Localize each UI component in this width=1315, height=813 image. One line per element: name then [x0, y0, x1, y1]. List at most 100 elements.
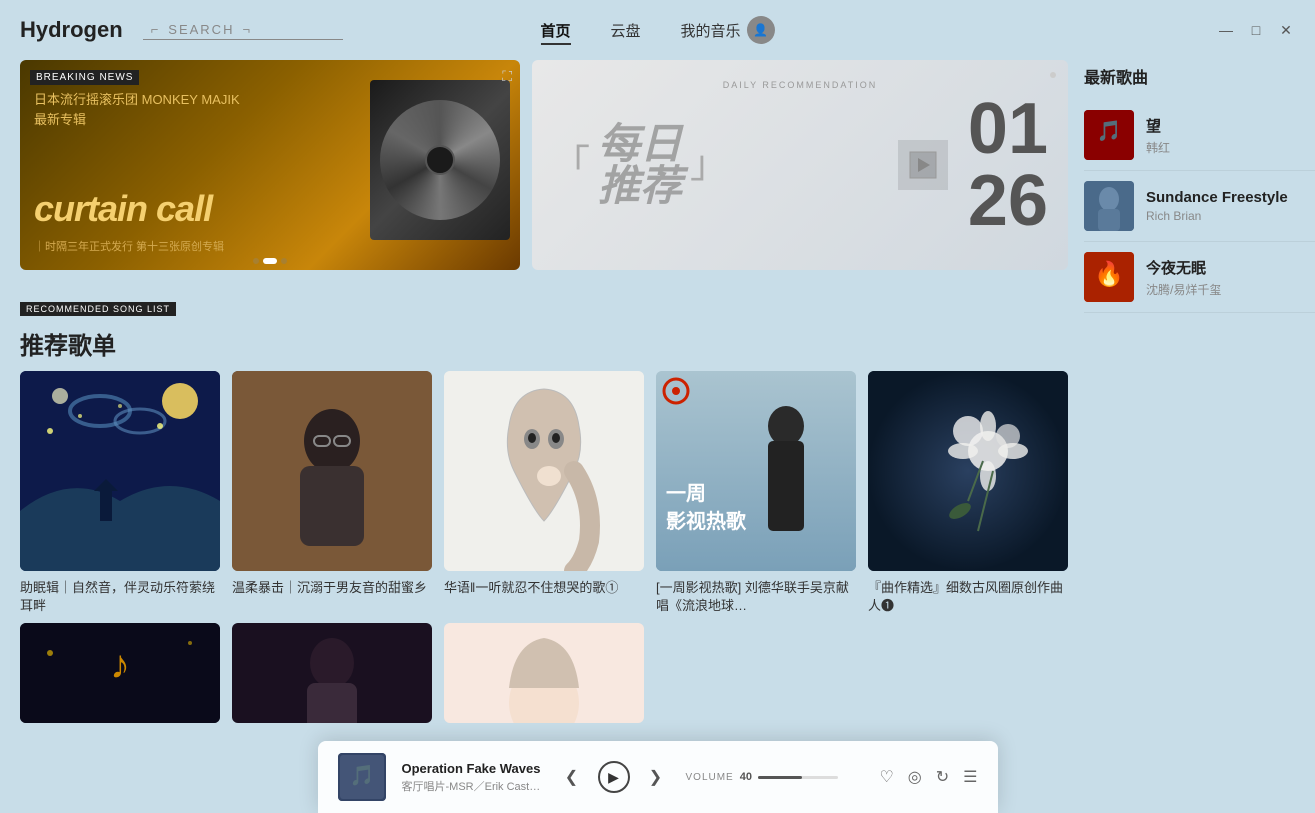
- movie-overlay-text: 一周 影视热歌: [666, 480, 746, 536]
- nav-mymusic-label: 我的音乐: [681, 20, 741, 41]
- bracket-open: 「: [552, 146, 590, 184]
- close-button[interactable]: ✕: [1277, 21, 1295, 39]
- window-controls: — □ ✕: [1217, 21, 1295, 39]
- daily-dot: [1050, 72, 1056, 78]
- next-button[interactable]: ❯: [642, 763, 670, 791]
- prev-button[interactable]: ❮: [558, 763, 586, 791]
- song-info-2: Sundance Freestyle Rich Brian: [1146, 189, 1315, 223]
- search-bracket-right: ¬: [242, 22, 252, 37]
- sidebar-title: 最新歌曲: [1084, 64, 1315, 88]
- song-info-3: 今夜无眠 沈腾/易烊千玺: [1146, 257, 1315, 298]
- album-disc: [380, 100, 500, 220]
- header: Hydrogen ⌐ SEARCH ¬ 首页 云盘 我的音乐 👤 — □ ✕: [0, 0, 1315, 60]
- nav-cloud[interactable]: 云盘: [610, 20, 640, 41]
- user-avatar[interactable]: 👤: [747, 16, 775, 44]
- song-artist-2: Rich Brian: [1146, 209, 1315, 223]
- song-item-3[interactable]: 🔥 今夜无眠 沈腾/易烊千玺 ▷: [1084, 242, 1315, 313]
- daily-text-1: 每日: [598, 123, 682, 165]
- content-area: BREAKING NEWS 日本流行摇滚乐团 MONKEY MAJIK 最新专辑…: [20, 60, 1068, 813]
- search-area[interactable]: ⌐ SEARCH ¬: [143, 20, 343, 40]
- song-item-1[interactable]: 🎵 望 韩红 ▷: [1084, 100, 1315, 171]
- banner-sub: ｜时隔三年正式发行 第十三张原创专辑: [34, 238, 224, 254]
- banner-dot: [253, 258, 259, 264]
- daily-cn-text: 每日 推荐: [598, 123, 682, 207]
- volume-label: VOLUME: [686, 772, 734, 783]
- thumb-item-3[interactable]: [444, 623, 644, 723]
- player-bar: 🎵 Operation Fake Waves 客厅唱片-MSR／Erik Cas…: [318, 741, 998, 813]
- song-info-1: 望 韩红: [1146, 115, 1315, 156]
- song-title-2: Sundance Freestyle: [1146, 189, 1315, 206]
- svg-text:♪: ♪: [110, 643, 130, 687]
- daily-recommendation[interactable]: DAILY RECOMMENDATION 「 每日 推荐 」: [532, 60, 1068, 270]
- banner-album-art: [370, 80, 510, 240]
- playlist-cover-2: [232, 371, 432, 571]
- playlist-name-1: 助眠辑｜自然音，伴灵动乐符萦绕耳畔: [20, 579, 220, 615]
- song-cover-2: [1084, 181, 1134, 231]
- playlist-name-3: 华语‖一听就忍不住想哭的歌①: [444, 579, 644, 597]
- breaking-news-badge: BREAKING NEWS: [30, 70, 139, 85]
- playlist-item-1[interactable]: 助眠辑｜自然音，伴灵动乐符萦绕耳畔: [20, 371, 220, 615]
- banner-dot: [281, 258, 287, 264]
- song-item-2[interactable]: Sundance Freestyle Rich Brian ▷: [1084, 171, 1315, 242]
- banner-title: curtain call: [34, 188, 212, 230]
- daily-label: DAILY RECOMMENDATION: [723, 80, 878, 90]
- banner-line1: 日本流行摇滚乐团 MONKEY MAJIK: [34, 90, 240, 110]
- banner-subtitle-text: 日本流行摇滚乐团 MONKEY MAJIK 最新专辑: [34, 90, 240, 129]
- daily-text-2: 推荐: [598, 165, 682, 207]
- repeat-button[interactable]: ↻: [936, 767, 949, 787]
- song-cover-3: 🔥: [1084, 252, 1134, 302]
- thumb-item-1[interactable]: ♪: [20, 623, 220, 723]
- playlist-cover-5: [868, 371, 1068, 571]
- search-label[interactable]: SEARCH: [168, 22, 234, 37]
- main-banner[interactable]: BREAKING NEWS 日本流行摇滚乐团 MONKEY MAJIK 最新专辑…: [20, 60, 520, 270]
- album-disc-center: [425, 145, 455, 175]
- svg-text:🔥: 🔥: [1094, 260, 1124, 288]
- favorite-button[interactable]: ♡: [879, 767, 893, 787]
- queue-button[interactable]: ☰: [963, 767, 977, 787]
- playlist-cover-4: 一周 影视热歌: [656, 371, 856, 571]
- player-cover: 🎵: [338, 753, 386, 801]
- recommended-section: RECOMMENDED SONG LIST 推荐歌单: [20, 302, 1068, 813]
- song-cover-1: 🎵: [1084, 110, 1134, 160]
- playlist-item-5[interactable]: 『曲作精选』细数古风圈原创作曲人❶: [868, 371, 1068, 615]
- banner-line2: 最新专辑: [34, 110, 240, 130]
- playlist-name-2: 温柔暴击｜沉溺于男友音的甜蜜乡: [232, 579, 432, 597]
- main-nav: 首页 云盘 我的音乐 👤: [540, 16, 774, 44]
- nav-home[interactable]: 首页: [540, 20, 570, 41]
- minimize-button[interactable]: —: [1217, 21, 1235, 39]
- song-title-1: 望: [1146, 115, 1315, 136]
- banner-dot-active: [263, 258, 277, 264]
- bracket-close: 」: [690, 146, 728, 184]
- banner-dots: [253, 258, 287, 264]
- nav-mymusic[interactable]: 我的音乐 👤: [681, 16, 775, 44]
- sidebar: 最新歌曲 🎵 望 韩红 ▷: [1084, 60, 1315, 813]
- playlist-name-5: 『曲作精选』细数古风圈原创作曲人❶: [868, 579, 1068, 615]
- section-header: RECOMMENDED SONG LIST: [20, 302, 1068, 316]
- daily-day: 01: [968, 93, 1048, 165]
- maximize-button[interactable]: □: [1247, 21, 1265, 39]
- player-controls: ❮ ▶ ❯: [558, 761, 670, 793]
- playlist-item-4[interactable]: 一周 影视热歌 [一周影视热歌] 刘德华联手吴京献唱《流浪地球…: [656, 371, 856, 615]
- svg-text:🎵: 🎵: [349, 764, 374, 787]
- volume-fill: [758, 776, 802, 779]
- song-title-3: 今夜无眠: [1146, 257, 1315, 278]
- banner-section: BREAKING NEWS 日本流行摇滚乐团 MONKEY MAJIK 最新专辑…: [20, 60, 1068, 290]
- svg-text:🎵: 🎵: [1097, 120, 1122, 143]
- expand-icon[interactable]: ⛶: [502, 68, 512, 85]
- playlist-item-2[interactable]: 温柔暴击｜沉溺于男友音的甜蜜乡: [232, 371, 432, 615]
- playlist-cover-1: [20, 371, 220, 571]
- daily-play-icon[interactable]: [898, 140, 948, 190]
- play-button[interactable]: ▶: [598, 761, 630, 793]
- playlist-item-3[interactable]: 华语‖一听就忍不住想哭的歌①: [444, 371, 644, 615]
- playlist-cover-3: [444, 371, 644, 571]
- vinyl-icon[interactable]: ◎: [908, 767, 922, 787]
- volume-bar[interactable]: [758, 776, 838, 779]
- song-artist-3: 沈腾/易烊千玺: [1146, 281, 1315, 298]
- player-info: Operation Fake Waves 客厅唱片-MSR／Erik Castr…: [402, 761, 542, 794]
- player-artist: 客厅唱片-MSR／Erik Castro／David…: [402, 778, 542, 794]
- daily-date: 01 26: [968, 93, 1048, 237]
- thumb-item-2[interactable]: [232, 623, 432, 723]
- player-title: Operation Fake Waves: [402, 761, 542, 776]
- main-content: BREAKING NEWS 日本流行摇滚乐团 MONKEY MAJIK 最新专辑…: [0, 60, 1315, 813]
- section-title: 推荐歌单: [20, 326, 1068, 361]
